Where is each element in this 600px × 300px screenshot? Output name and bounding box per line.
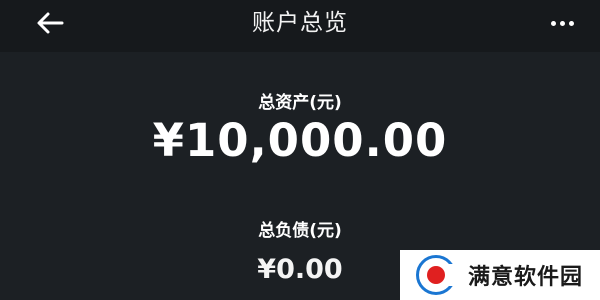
more-horizontal-icon <box>550 20 556 26</box>
page-title: 账户总览 <box>252 10 348 36</box>
top-bar: 账户总览 <box>0 0 600 52</box>
more-dot <box>568 20 574 26</box>
total-assets-value: ¥10,000.00 <box>152 114 448 167</box>
total-debts-label: 总负债(元) <box>258 221 342 241</box>
watermark: 满意软件园 <box>400 250 600 300</box>
watermark-text: 满意软件园 <box>468 265 584 290</box>
total-assets-label: 总资产(元) <box>258 93 342 113</box>
watermark-logo-dot <box>427 266 445 284</box>
watermark-logo-icon <box>416 255 457 295</box>
more-dot <box>559 20 565 26</box>
watermark-logo-notch <box>447 264 457 286</box>
more-button[interactable] <box>542 8 582 38</box>
account-overview-screen: 账户总览 总资产(元) ¥10,000.00 总负债(元) ¥0.00 满意软件… <box>0 0 600 300</box>
